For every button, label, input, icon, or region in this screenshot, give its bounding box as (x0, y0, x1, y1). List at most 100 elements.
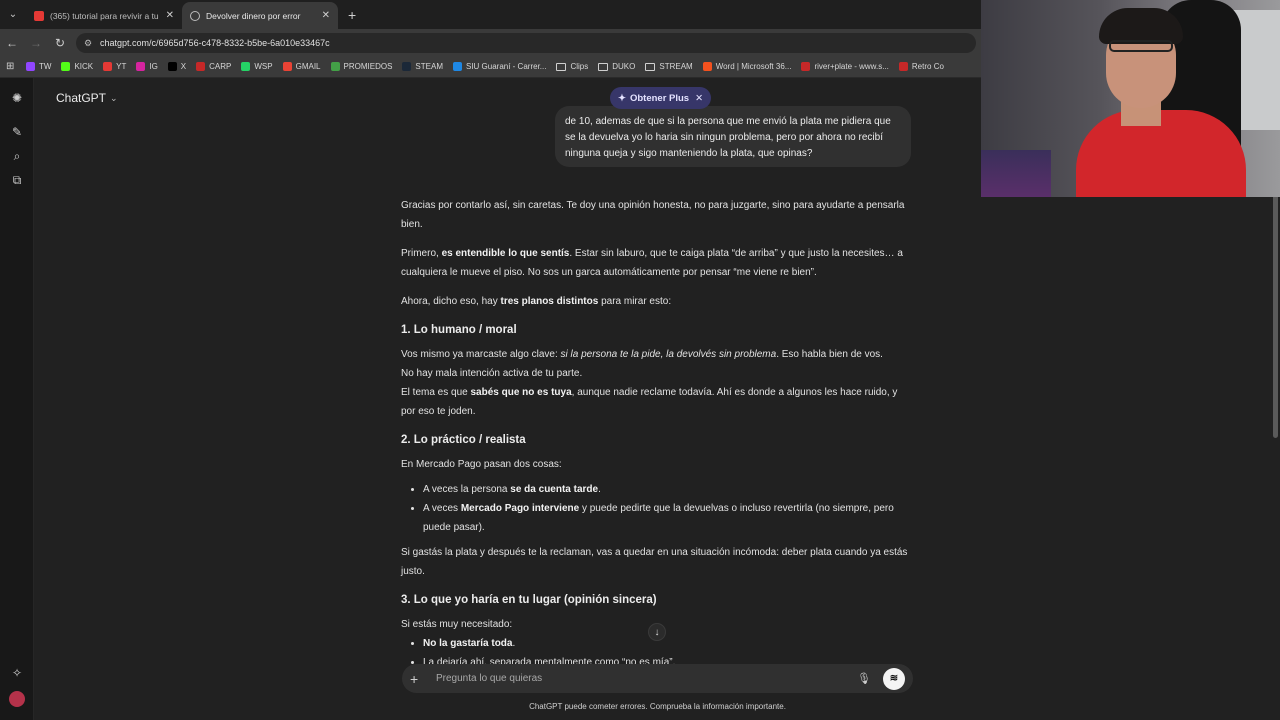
chatgpt-favicon-icon (190, 10, 200, 21)
bookmark-favicon-icon (167, 62, 177, 71)
back-arrow-icon[interactable]: ← (0, 36, 24, 50)
close-icon[interactable]: ✕ (322, 10, 330, 21)
bookmark-label: WSP (254, 62, 273, 71)
bookmark-label: STREAM (659, 62, 693, 71)
bookmark-label: Retro Co (911, 62, 944, 71)
bookmark-label: TW (39, 62, 52, 71)
bookmark-favicon-icon (282, 62, 292, 71)
app-sidebar: ✺ ✎ ⌕ ⧉ ✧ (0, 78, 34, 720)
bookmark-favicon-icon (898, 62, 908, 71)
prompt-input[interactable] (436, 673, 858, 684)
bookmark-label: IG (149, 62, 158, 71)
browser-tab-youtube[interactable]: (365) tutorial para revivir a tu h ✕ (26, 2, 182, 29)
scroll-down-arrow-icon[interactable]: ↓ (648, 623, 666, 641)
screen: ⌄ (365) tutorial para revivir a tu h ✕ D… (0, 0, 1280, 720)
tab-search-chevron-icon[interactable]: ⌄ (0, 0, 26, 29)
upgrade-sparkle-icon[interactable]: ✧ (9, 665, 25, 681)
bookmark-item[interactable]: CARP (196, 62, 231, 71)
list-item: A veces la persona se da cuenta tarde. (423, 480, 913, 499)
bookmark-item[interactable]: X (167, 62, 187, 71)
forward-arrow-icon[interactable]: → (24, 36, 48, 50)
bookmark-favicon-icon (241, 62, 251, 71)
bookmark-item[interactable]: STREAM (645, 62, 693, 71)
bookmark-favicon-icon (330, 62, 340, 71)
address-bar[interactable]: ⚙ chatgpt.com/c/6965d756-c478-8332-b5be-… (76, 32, 976, 53)
new-tab-icon[interactable]: + (348, 7, 356, 23)
user-message-bubble: de 10, ademas de que si la persona que m… (555, 106, 911, 167)
chevron-down-icon: ⌄ (110, 92, 118, 103)
bookmark-item[interactable]: GMAIL (282, 62, 321, 71)
sparkle-icon: ✦ (618, 92, 626, 104)
get-plus-label: Obtener Plus (629, 92, 690, 104)
library-icon[interactable]: ⧉ (9, 172, 25, 188)
avatar[interactable] (9, 691, 25, 707)
answer-heading: 1. Lo humano / moral (401, 324, 517, 336)
bookmark-label: KICK (74, 62, 94, 71)
bookmark-label: X (180, 62, 187, 71)
bookmark-item[interactable]: WSP (241, 62, 273, 71)
bookmark-item[interactable]: Clips (556, 62, 588, 71)
bookmark-label: DUKO (612, 62, 636, 71)
bookmark-label: PROMIEDOS (343, 62, 393, 71)
microphone-icon[interactable]: 🎙 (857, 672, 871, 685)
bookmark-label: YT (116, 62, 127, 71)
reload-icon[interactable]: ↻ (48, 36, 72, 50)
answer-paragraph: Si gastás la plata y después te la recla… (401, 547, 908, 577)
url-text: chatgpt.com/c/6965d756-c478-8332-b5be-6a… (100, 37, 330, 48)
voice-mode-button[interactable]: ≋ (883, 667, 905, 690)
tab-title: Devolver dinero por error (206, 10, 301, 21)
model-picker[interactable]: ChatGPT ⌄ (56, 91, 118, 105)
answer-paragraph: Gracias por contarlo así, sin caretas. T… (401, 200, 905, 230)
answer-paragraph: En Mercado Pago pasan dos cosas: (401, 459, 562, 470)
close-icon[interactable]: ✕ (695, 93, 703, 104)
list-item: A veces Mercado Pago interviene y puede … (423, 499, 913, 537)
new-chat-icon[interactable]: ✎ (9, 124, 25, 140)
add-attachment-icon[interactable]: + (410, 671, 428, 687)
answer-heading: 3. Lo que yo haría en tu lugar (opinión … (401, 594, 657, 606)
webcam-overlay (981, 0, 1280, 197)
disclaimer: ChatGPT puede cometer errores. Comprueba… (529, 702, 786, 711)
bookmark-favicon-icon (452, 62, 462, 71)
bookmark-item[interactable]: STEAM (402, 62, 443, 71)
bookmark-item[interactable]: TW (26, 62, 51, 71)
answer-paragraph: Vos mismo ya marcaste algo clave: si la … (401, 349, 898, 417)
bookmark-label: Clips (570, 62, 589, 71)
bookmark-item[interactable]: YT (103, 62, 126, 71)
bookmark-item[interactable]: DUKO (598, 62, 635, 71)
answer-paragraph: Ahora, dicho eso, hay tres planos distin… (401, 296, 672, 307)
bookmark-favicon-icon (702, 62, 712, 71)
answer-heading: 2. Lo práctico / realista (401, 434, 526, 446)
bookmark-favicon-icon (801, 62, 811, 71)
browser-tab-chatgpt[interactable]: Devolver dinero por error ✕ (182, 2, 338, 29)
bookmark-favicon-icon (196, 62, 206, 71)
assistant-message: Gracias por contarlo así, sin caretas. T… (401, 196, 913, 678)
bookmark-item[interactable]: river+plate - www.s... (801, 62, 889, 71)
folder-icon (598, 62, 609, 71)
site-info-icon[interactable]: ⚙ (84, 38, 94, 48)
bookmark-label: Word | Microsoft 36... (715, 62, 792, 71)
bookmark-item[interactable]: KICK (61, 62, 93, 71)
bookmark-item[interactable]: Retro Co (898, 62, 944, 71)
list-item: No la gastaría toda. (423, 634, 913, 653)
bookmark-favicon-icon (103, 62, 113, 71)
search-icon[interactable]: ⌕ (9, 148, 25, 164)
webcam-person-shirt (1076, 110, 1246, 197)
openai-logo-icon[interactable]: ✺ (9, 90, 25, 106)
bookmark-label: SIU Guaraní - Carrer... (465, 62, 547, 71)
model-name: ChatGPT (56, 91, 107, 105)
youtube-favicon-icon (34, 10, 44, 21)
apps-grid-icon[interactable]: ⊞ (6, 61, 26, 72)
webcam-led-light (981, 150, 1051, 197)
bookmark-favicon-icon (26, 62, 35, 71)
bookmark-label: STEAM (415, 62, 443, 71)
tab-title: (365) tutorial para revivir a tu h (50, 10, 160, 21)
folder-icon (645, 62, 656, 71)
bookmark-item[interactable]: PROMIEDOS (330, 62, 393, 71)
bookmark-item[interactable]: IG (136, 62, 158, 71)
bookmark-item[interactable]: Word | Microsoft 36... (702, 62, 792, 71)
webcam-person-glasses (1109, 40, 1173, 52)
close-icon[interactable]: ✕ (166, 10, 174, 21)
bookmark-item[interactable]: SIU Guaraní - Carrer... (452, 62, 547, 71)
bookmark-label: river+plate - www.s... (814, 62, 889, 71)
get-plus-button[interactable]: ✦ Obtener Plus ✕ (610, 87, 712, 109)
